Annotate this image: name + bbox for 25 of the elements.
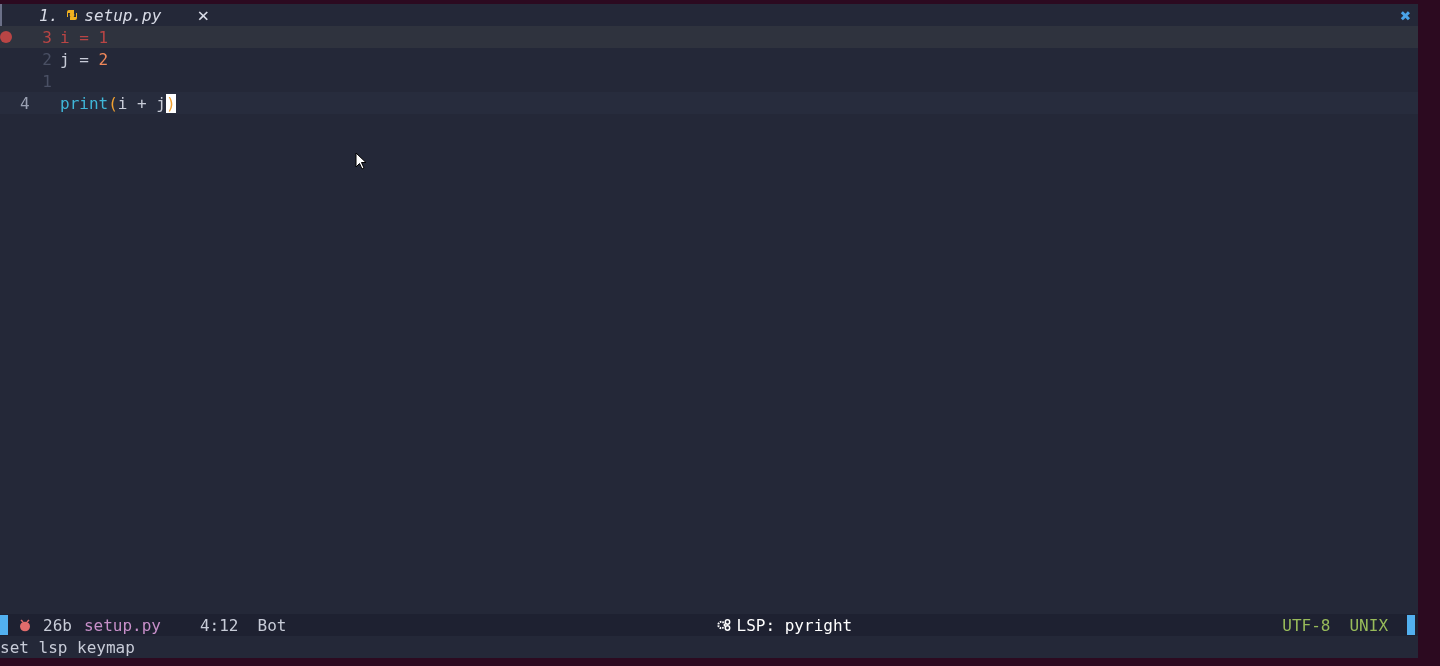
- code-line: i = 1: [60, 27, 109, 47]
- scroll-position: Bot: [257, 615, 287, 635]
- code-line: print(i + j): [60, 93, 176, 113]
- bug-icon: [18, 618, 32, 632]
- tab-title: setup.py: [84, 5, 162, 25]
- mode-indicator: [0, 615, 8, 635]
- mouse-pointer-icon: [355, 152, 367, 170]
- file-format: UNIX: [1349, 615, 1388, 635]
- close-button[interactable]: ✖: [1400, 4, 1411, 26]
- breakpoint-icon[interactable]: [0, 31, 12, 43]
- command-line: set lsp keymap: [0, 637, 135, 657]
- line-number: 3: [42, 27, 52, 47]
- file-size: 26b: [43, 615, 72, 635]
- lsp-status: LSP: pyright: [736, 615, 853, 635]
- file-name: setup.py: [83, 615, 161, 635]
- code-line: j = 2: [60, 49, 109, 69]
- tab-close-button[interactable]: ×: [197, 5, 210, 25]
- tab-index: 1.: [39, 5, 59, 25]
- file-encoding: UTF-8: [1282, 615, 1331, 635]
- mode-indicator: [1407, 615, 1415, 635]
- editor-tab[interactable]: 1. setup.py ×: [2, 4, 210, 26]
- python-file-icon: [66, 9, 79, 21]
- cursor-position: 4:12: [199, 615, 239, 635]
- gears-icon: [716, 619, 731, 631]
- line-number: 4: [20, 93, 30, 113]
